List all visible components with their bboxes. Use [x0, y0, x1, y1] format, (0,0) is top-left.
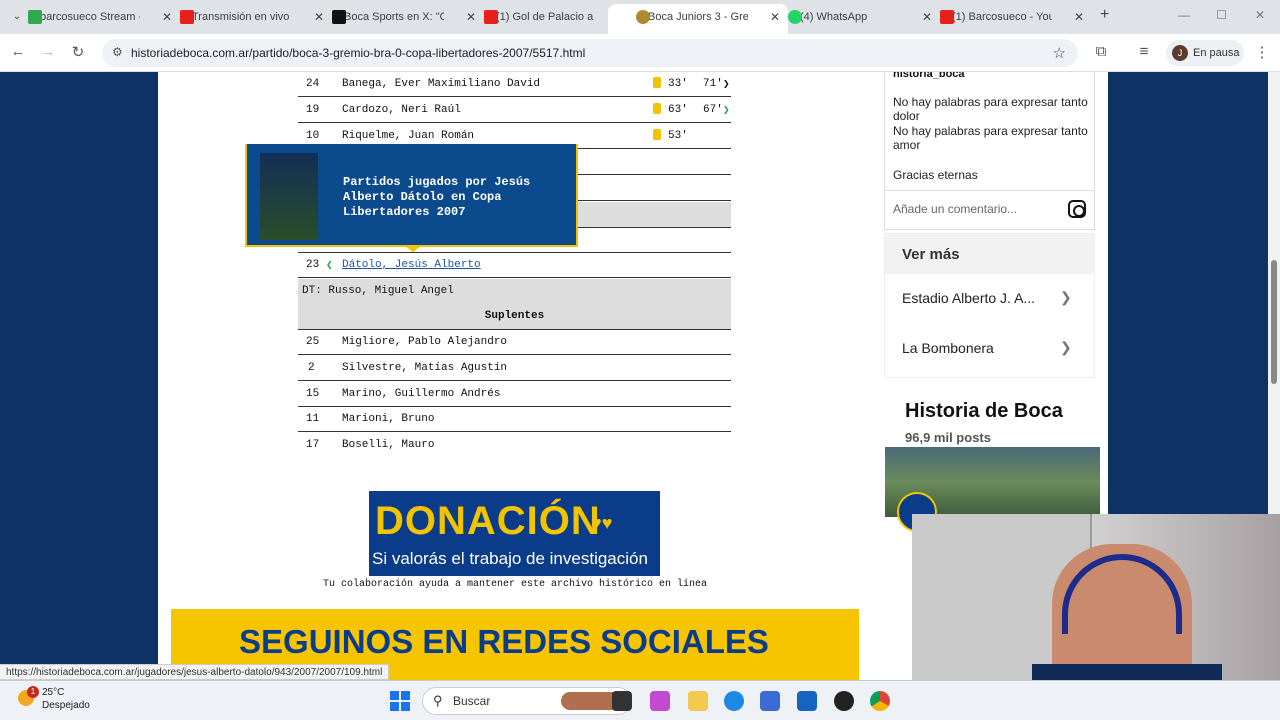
windows-start-icon[interactable]	[390, 691, 410, 711]
player-name[interactable]: Boselli, Mauro	[342, 439, 434, 451]
link-bombonera[interactable]: La Bombonera	[902, 340, 1072, 356]
browser-toolbar: ← → ↻ ⚙ historiadeboca.com.ar/partido/bo…	[0, 34, 1280, 72]
url-text[interactable]: historiadeboca.com.ar/partido/boca-3-gre…	[131, 46, 585, 60]
forward-arrow-icon[interactable]: →	[38, 43, 58, 60]
youtube-icon	[940, 10, 954, 24]
youtube-icon	[180, 10, 194, 24]
tab-barcosueco-youtube[interactable]: (1) Barcosueco - You ✕	[912, 4, 1092, 34]
player-tooltip: Partidos jugados por Jesús Alberto Dátol…	[245, 144, 578, 247]
reload-icon[interactable]: ↻	[68, 43, 88, 61]
post-count: 96,9 mil posts	[905, 430, 991, 445]
avatar: J	[1172, 45, 1188, 61]
x-icon	[332, 10, 346, 24]
chevron-right-icon: ❯	[1060, 339, 1072, 355]
bookmark-star-icon[interactable]: ☆	[1053, 44, 1066, 62]
youtube-icon	[484, 10, 498, 24]
new-tab-button[interactable]: +	[1100, 6, 1109, 24]
comment-input[interactable]: Añade un comentario...	[893, 202, 1017, 216]
yellow-card-icon	[653, 129, 661, 140]
store-icon[interactable]	[797, 691, 817, 711]
close-tab-icon[interactable]: ✕	[1074, 4, 1084, 30]
scrollbar-thumb[interactable]	[1271, 260, 1277, 384]
copilot-icon[interactable]	[650, 691, 670, 711]
maximize-icon[interactable]: ☐	[1216, 8, 1227, 22]
table-row: 17 Boselli, Mauro	[306, 439, 435, 451]
profile-button[interactable]: J En pausa	[1166, 40, 1244, 66]
link-status-bar: https://historiadeboca.com.ar/jugadores/…	[0, 664, 390, 680]
sub-in-arrow-icon: ❮	[326, 260, 333, 272]
menu-dots-icon[interactable]: ⋮	[1252, 43, 1272, 61]
player-name[interactable]: Riquelme, Juan Román	[342, 130, 474, 142]
substitutes-header: Suplentes	[298, 304, 731, 330]
player-name[interactable]: Banega, Ever Maximiliano David	[342, 78, 540, 90]
tooltip-arrow	[405, 246, 421, 252]
sub-out-arrow-icon: ❯	[723, 79, 730, 91]
coach-row: DT: Russo, Miguel Angel	[298, 279, 731, 304]
yellow-card-icon	[653, 77, 661, 88]
search-icon: ⚲	[433, 693, 443, 708]
ver-mas-panel: Ver más Estadio Alberto J. A... ❯ La Bom…	[884, 233, 1095, 378]
chrome-icon[interactable]	[870, 691, 890, 711]
table-row: 24 Banega, Ever Maximiliano David 33' 71…	[298, 72, 731, 97]
link-estadio[interactable]: Estadio Alberto J. A...	[902, 290, 1072, 306]
extensions-icon[interactable]: ⧉	[1091, 43, 1111, 60]
player-name[interactable]: Marino, Guillermo Andrés	[342, 388, 500, 400]
reading-list-icon[interactable]: ≡	[1134, 43, 1154, 60]
kick-icon	[28, 10, 42, 24]
table-row: 25 Migliore, Pablo Alejandro	[298, 330, 731, 355]
table-row: 2 Silvestre, Matías Agustín	[298, 356, 731, 381]
close-window-icon[interactable]: ✕	[1255, 8, 1265, 22]
whatsapp-icon	[788, 10, 802, 24]
task-view-icon[interactable]	[612, 691, 632, 711]
site-info-icon[interactable]: ⚙	[112, 45, 123, 59]
taskbar: 1 25°C Despejado ⚲ Buscar	[0, 680, 1280, 720]
player-name[interactable]: Migliore, Pablo Alejandro	[342, 336, 507, 348]
edge-icon[interactable]	[724, 691, 744, 711]
tab-strip: ⌄ barcosueco Stream - ✕ Transmisión en vi…	[0, 0, 1280, 34]
instagram-icon[interactable]	[1068, 200, 1086, 218]
mail-icon[interactable]	[760, 691, 780, 711]
yellow-card-icon	[653, 103, 661, 114]
player-name[interactable]: Marioni, Bruno	[342, 413, 434, 425]
sub-out-arrow-icon: ❯	[723, 105, 730, 117]
table-row: 11 Marioni, Bruno	[298, 407, 731, 432]
address-bar[interactable]: ⚙ historiadeboca.com.ar/partido/boca-3-g…	[102, 39, 1078, 67]
player-name[interactable]: Silvestre, Matías Agustín	[342, 362, 507, 374]
chevron-right-icon: ❯	[1060, 289, 1072, 305]
player-name[interactable]: Cardozo, Neri Raúl	[342, 104, 461, 116]
table-row: 19 Cardozo, Neri Raúl 63' 67' ❯	[298, 98, 731, 123]
instagram-embed: historia_boca No hay palabras para expre…	[884, 72, 1095, 230]
taskbar-search[interactable]: ⚲ Buscar	[422, 687, 632, 715]
minimize-icon[interactable]: —	[1178, 8, 1190, 22]
table-row: 23 ❮ Dátolo, Jesús Alberto	[298, 253, 731, 278]
weather-widget[interactable]: 1 25°C Despejado	[18, 686, 90, 712]
boca-shield-icon	[636, 10, 650, 24]
player-link-datolo[interactable]: Dátolo, Jesús Alberto	[342, 259, 481, 271]
donation-caption: Tu colaboración ayuda a mantener este ar…	[322, 579, 708, 590]
donation-banner[interactable]: DONACIÓN ♥♥ Si valorás el trabajo de inv…	[369, 491, 660, 576]
player-photo	[260, 153, 318, 240]
page-name[interactable]: Historia de Boca	[905, 400, 1063, 423]
hearts-icon: ♥♥	[591, 513, 613, 533]
table-row: 15 Marino, Guillermo Andrés	[298, 382, 731, 407]
file-explorer-icon[interactable]	[688, 691, 708, 711]
back-arrow-icon[interactable]: ←	[8, 43, 28, 60]
obs-icon[interactable]	[834, 691, 854, 711]
profile-status: En pausa	[1193, 47, 1240, 59]
